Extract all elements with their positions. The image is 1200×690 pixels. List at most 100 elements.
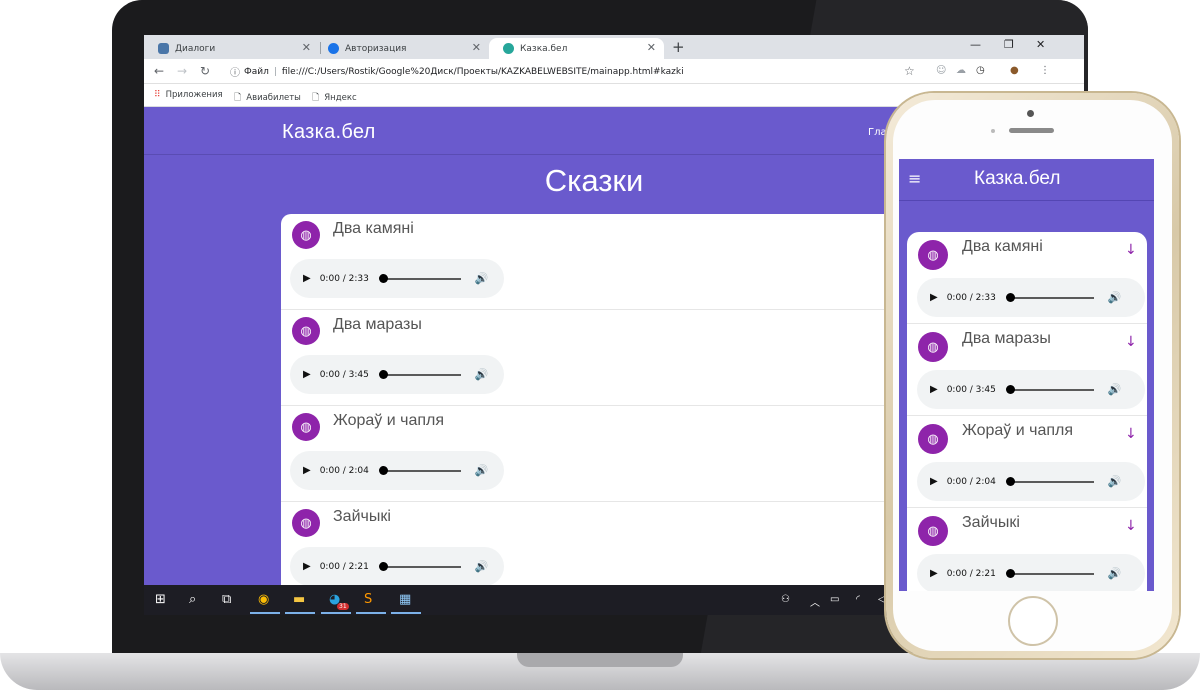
windows-start-icon[interactable]: ⊞ xyxy=(155,592,166,607)
seek-knob[interactable] xyxy=(1005,568,1015,578)
globe-icon: ◍ xyxy=(292,317,320,345)
mobile-logo[interactable]: Казка.бел xyxy=(974,168,1060,190)
nav-link-home[interactable]: Гла xyxy=(868,127,887,138)
url-separator: | xyxy=(273,66,277,77)
audio-player: ▶ 0:00 / 2:21 🔊 xyxy=(290,547,504,586)
profile-avatar-icon[interactable]: ● xyxy=(1010,65,1019,76)
taskbar-app[interactable]: ▦ xyxy=(391,589,421,614)
volume-icon[interactable]: 🔊 xyxy=(1108,383,1122,396)
play-icon[interactable]: ▶ xyxy=(303,273,311,284)
volume-icon[interactable]: 🔊 xyxy=(1108,567,1122,580)
play-icon[interactable]: ▶ xyxy=(930,384,938,395)
audio-seek-slider[interactable] xyxy=(1005,568,1094,578)
extension-icon[interactable]: ☺ xyxy=(936,65,946,76)
audio-time: 0:00 / 3:45 xyxy=(319,369,369,380)
volume-icon[interactable]: 🔊 xyxy=(1108,475,1122,488)
audio-time: 0:00 / 2:04 xyxy=(946,476,996,487)
audio-player: ▶ 0:00 / 2:33 🔊 xyxy=(917,278,1145,317)
play-icon[interactable]: ▶ xyxy=(930,476,938,487)
globe-icon: ◍ xyxy=(918,332,948,362)
bookmark-star-icon[interactable]: ☆ xyxy=(904,64,915,78)
taskbar-telegram[interactable]: ◕ 31 xyxy=(321,589,351,614)
home-button[interactable] xyxy=(1008,596,1058,646)
volume-icon[interactable]: 🔊 xyxy=(475,560,489,573)
wifi-icon[interactable]: ◜ xyxy=(856,594,860,605)
globe-icon: ◍ xyxy=(918,240,948,270)
arrow-down-icon[interactable]: ↓ xyxy=(1125,518,1137,534)
story-item: ◍ Два камяні ↓ ▶ 0:00 / 2:33 🔊 xyxy=(907,232,1147,324)
audio-seek-slider[interactable] xyxy=(1005,476,1094,486)
tab-authorization[interactable]: Авторизация ✕ xyxy=(314,38,489,59)
play-icon[interactable]: ▶ xyxy=(303,561,311,572)
new-tab-icon[interactable]: + xyxy=(672,38,685,56)
audio-seek-slider[interactable] xyxy=(378,369,461,379)
info-icon[interactable]: ⓘ xyxy=(230,64,240,79)
close-icon[interactable]: ✕ xyxy=(302,41,311,54)
seek-knob[interactable] xyxy=(378,561,388,571)
vk-icon xyxy=(158,43,169,54)
seek-knob[interactable] xyxy=(378,273,388,283)
bookmark-yandex[interactable]: 🗋 Яндекс xyxy=(312,90,357,106)
tab-label: Авторизация xyxy=(345,43,407,54)
close-icon[interactable]: ✕ xyxy=(647,41,656,54)
task-view-icon[interactable]: ⧉ xyxy=(222,592,231,607)
audio-seek-slider[interactable] xyxy=(1005,384,1094,394)
taskbar-sublime[interactable]: S xyxy=(356,589,386,614)
restore-icon[interactable]: ❐ xyxy=(1004,38,1014,51)
seek-knob[interactable] xyxy=(378,369,388,379)
globe-icon: ◍ xyxy=(292,221,320,249)
globe-icon: ◍ xyxy=(918,424,948,454)
app-icon: ▦ xyxy=(399,592,412,607)
address-bar[interactable]: ⓘ Файл | file:///C:/Users/Rostik/Google%… xyxy=(224,62,914,81)
volume-icon[interactable]: 🔊 xyxy=(475,272,489,285)
audio-seek-slider[interactable] xyxy=(378,273,461,283)
seek-knob[interactable] xyxy=(1005,384,1015,394)
taskbar-explorer[interactable]: ▬ xyxy=(285,589,315,614)
seek-knob[interactable] xyxy=(1005,476,1015,486)
play-icon[interactable]: ▶ xyxy=(930,292,938,303)
taskbar-chrome[interactable]: ◉ xyxy=(250,589,280,614)
reload-icon[interactable]: ↻ xyxy=(200,64,210,78)
audio-seek-slider[interactable] xyxy=(378,465,461,475)
hamburger-icon[interactable]: ≡ xyxy=(908,169,921,188)
close-icon[interactable]: ✕ xyxy=(472,41,481,54)
tab-label: Казка.бел xyxy=(520,43,568,54)
minimize-icon[interactable]: — xyxy=(970,38,981,51)
arrow-down-icon[interactable]: ↓ xyxy=(1125,334,1137,350)
seek-knob[interactable] xyxy=(378,465,388,475)
timer-icon[interactable]: ◷ xyxy=(976,65,985,76)
bookmark-avia[interactable]: 🗋 Авиабилеты xyxy=(234,90,301,106)
chrome-icon: ◉ xyxy=(258,592,270,607)
search-icon[interactable]: ⌕ xyxy=(189,592,196,607)
speaker-icon[interactable]: ◁ xyxy=(878,594,886,605)
back-icon[interactable]: ← xyxy=(154,64,164,78)
arrow-down-icon[interactable]: ↓ xyxy=(1125,242,1137,258)
forward-icon[interactable]: → xyxy=(177,64,187,78)
play-icon[interactable]: ▶ xyxy=(930,568,938,579)
audio-seek-slider[interactable] xyxy=(378,561,461,571)
check-icon xyxy=(328,43,339,54)
volume-icon[interactable]: 🔊 xyxy=(1108,291,1122,304)
bookmark-apps[interactable]: ⠿ Приложения xyxy=(154,90,223,100)
window-close-icon[interactable]: ✕ xyxy=(1036,38,1045,51)
tab-kazka[interactable]: Казка.бел ✕ xyxy=(489,38,664,59)
seek-knob[interactable] xyxy=(1005,292,1015,302)
arrow-down-icon[interactable]: ↓ xyxy=(1125,426,1137,442)
play-icon[interactable]: ▶ xyxy=(303,369,311,380)
site-logo[interactable]: Казка.бел xyxy=(282,121,376,144)
story-item: ◍ Два маразы ↓ ▶ 0:00 / 3:45 🔊 xyxy=(907,324,1147,416)
battery-icon[interactable]: ▭ xyxy=(830,594,839,605)
volume-icon[interactable]: 🔊 xyxy=(475,368,489,381)
people-icon[interactable]: ⚇ xyxy=(781,594,790,605)
sublime-icon: S xyxy=(364,592,373,607)
menu-dots-icon[interactable]: ⋮ xyxy=(1040,65,1050,76)
tray-chevron-icon[interactable]: ︿ xyxy=(810,594,820,609)
audio-time: 0:00 / 2:21 xyxy=(946,568,996,579)
cloud-icon[interactable]: ☁ xyxy=(956,65,966,76)
url-text: file:///C:/Users/Rostik/Google%20Диск/Пр… xyxy=(281,66,684,77)
globe-icon: ◍ xyxy=(292,413,320,441)
play-icon[interactable]: ▶ xyxy=(303,465,311,476)
audio-seek-slider[interactable] xyxy=(1005,292,1094,302)
tab-dialogs[interactable]: Диалоги ✕ xyxy=(144,38,319,59)
volume-icon[interactable]: 🔊 xyxy=(475,464,489,477)
